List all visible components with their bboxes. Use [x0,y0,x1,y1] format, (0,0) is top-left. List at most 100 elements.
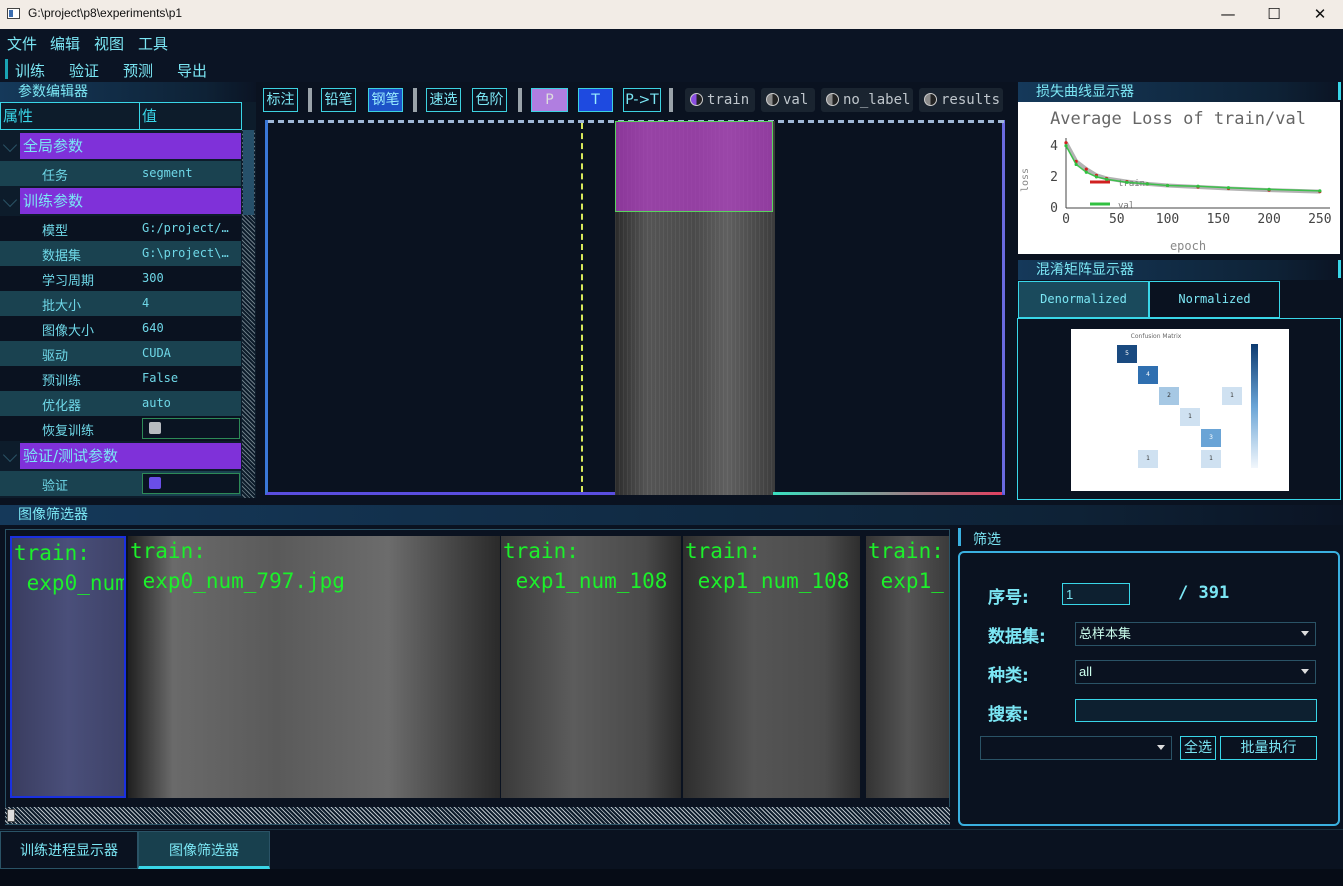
menu-view[interactable]: 视图 [94,33,124,54]
chevron-down-icon[interactable] [2,137,18,153]
filter-panel-marker [958,528,961,546]
param-row[interactable]: 预训练 False [0,366,241,391]
toggle-p-to-t[interactable]: P->T [623,88,661,112]
loss-ytick: 2 [1050,170,1058,185]
dataset-dot-icon [690,93,703,106]
tool-annotate[interactable]: 标注 [263,88,298,112]
loss-chart: Average Loss of train/val loss epoch 0 50… [1018,102,1340,254]
index-total: / 391 [1178,583,1230,603]
chevron-down-icon[interactable] [2,447,18,463]
cm-cell: 3 [1201,429,1221,447]
index-input[interactable] [1062,583,1130,605]
loss-point [1094,175,1099,179]
param-row[interactable]: 任务 segment [0,161,241,186]
batch-run-button[interactable]: 批量执行 [1220,736,1317,760]
legend-label: val [1118,201,1134,211]
menu-tools[interactable]: 工具 [138,33,168,54]
maximize-button[interactable]: ☐ [1251,0,1297,29]
loss-point [1165,183,1170,188]
group-train[interactable]: 训练参数 [20,188,241,214]
thumbnail-label: train: exp0_num [14,541,126,595]
chevron-down-icon[interactable] [2,192,18,208]
select-all-button[interactable]: 全选 [1180,736,1216,760]
param-row[interactable]: 验证 [0,471,241,496]
param-row[interactable]: 图像大小 640 [0,316,241,341]
cm-cell: 4 [1138,366,1158,384]
checkbox-off-icon [149,422,161,434]
mode-export[interactable]: 导出 [177,60,207,81]
canvas-bottom-border [773,492,1002,495]
cm-cell: 1 [1222,387,1242,405]
param-row[interactable]: 模型 G:/project/… [0,216,241,241]
mode-predict[interactable]: 预测 [123,60,153,81]
dataset-train[interactable]: train [685,88,755,112]
group-global[interactable]: 全局参数 [20,133,241,159]
dataset-val[interactable]: val [761,88,815,112]
dataset-no-label[interactable]: no_label [821,88,913,112]
mode-validate[interactable]: 验证 [69,60,99,81]
menu-file[interactable]: 文件 [7,33,37,54]
window-title: G:\project\p8\experiments\p1 [28,6,183,20]
thumbnail-strip: train: exp0_num train: exp0_num_797.jpg … [5,529,950,825]
param-row[interactable]: 恢复训练 [0,416,241,441]
tool-pen[interactable]: 钢笔 [368,88,403,112]
toggle-t[interactable]: T [578,88,613,112]
resume-checkbox[interactable] [142,418,240,439]
dataset-dot-icon [924,93,937,106]
thumbnail-item[interactable]: train: exp0_num_797.jpg [128,536,500,798]
loss-point [1084,170,1088,174]
search-input[interactable] [1075,699,1317,722]
scroll-thumb[interactable] [243,130,254,215]
dataset-results[interactable]: results [919,88,1003,112]
loss-xlabel: epoch [1170,239,1206,253]
type-select[interactable]: all [1075,660,1316,684]
cm-colorbar [1251,344,1258,468]
col-attr-header[interactable]: 属性 [0,102,140,130]
cm-heading: Confusion Matrix [1130,333,1182,340]
segment-mask[interactable] [615,121,773,212]
validate-checkbox[interactable] [142,473,240,494]
index-label: 序号: [988,588,1029,608]
chevron-down-icon [1301,631,1309,636]
thumbnail-item[interactable]: train: exp1_ [866,536,949,798]
scroll-thumb[interactable] [7,809,15,822]
menu-edit[interactable]: 编辑 [50,33,80,54]
thumbnail-item[interactable]: train: exp1_num_108 [683,536,860,798]
loss-xtick: 100 [1156,212,1179,227]
thumbnail-item[interactable]: train: exp0_num [10,536,126,798]
minimize-button[interactable]: — [1205,0,1251,29]
tab-train-progress[interactable]: 训练进程显示器 [0,831,138,869]
thumbnail-item[interactable]: train: exp1_num_108 [501,536,681,798]
close-button[interactable]: ✕ [1297,0,1343,29]
annotation-canvas[interactable] [265,120,1005,495]
mode-train[interactable]: 训练 [15,60,45,81]
thumbnail-label: train: exp1_ [868,539,944,593]
toggle-p[interactable]: P [531,88,568,112]
cm-cell: 5 [1117,345,1137,363]
thumbnail-scrollbar[interactable] [5,807,950,824]
batch-action-select[interactable] [980,736,1172,760]
thumbnail-label: train: exp1_num_108 [503,539,668,593]
tab-denormalized[interactable]: Denormalized [1018,281,1149,318]
loss-title: Average Loss of train/val [1050,109,1306,129]
cm-cell: 1 [1201,450,1221,468]
params-scrollbar[interactable] [242,130,255,498]
dataset-select[interactable]: 总样本集 [1075,622,1316,646]
thumbnail-label: train: exp1_num_108 [685,539,850,593]
param-row[interactable]: 批大小 4 [0,291,241,316]
param-row[interactable]: 驱动 CUDA [0,341,241,366]
param-row[interactable]: 优化器 auto [0,391,241,416]
group-val-test[interactable]: 验证/测试参数 [20,443,241,469]
tab-normalized[interactable]: Normalized [1149,281,1280,318]
param-row[interactable]: 学习周期 300 [0,266,241,291]
tool-pencil[interactable]: 铅笔 [321,88,356,112]
param-row[interactable]: 数据集 G:\project\… [0,241,241,266]
tab-image-filter[interactable]: 图像筛选器 [138,831,270,869]
loss-point [1084,167,1088,171]
tool-quick-select[interactable]: 速选 [426,88,461,112]
toolbar-handle[interactable] [5,59,8,79]
search-label: 搜索: [988,705,1029,725]
tool-levels[interactable]: 色阶 [472,88,507,112]
loss-xtick: 200 [1257,212,1280,227]
col-value-header[interactable]: 值 [139,102,242,130]
